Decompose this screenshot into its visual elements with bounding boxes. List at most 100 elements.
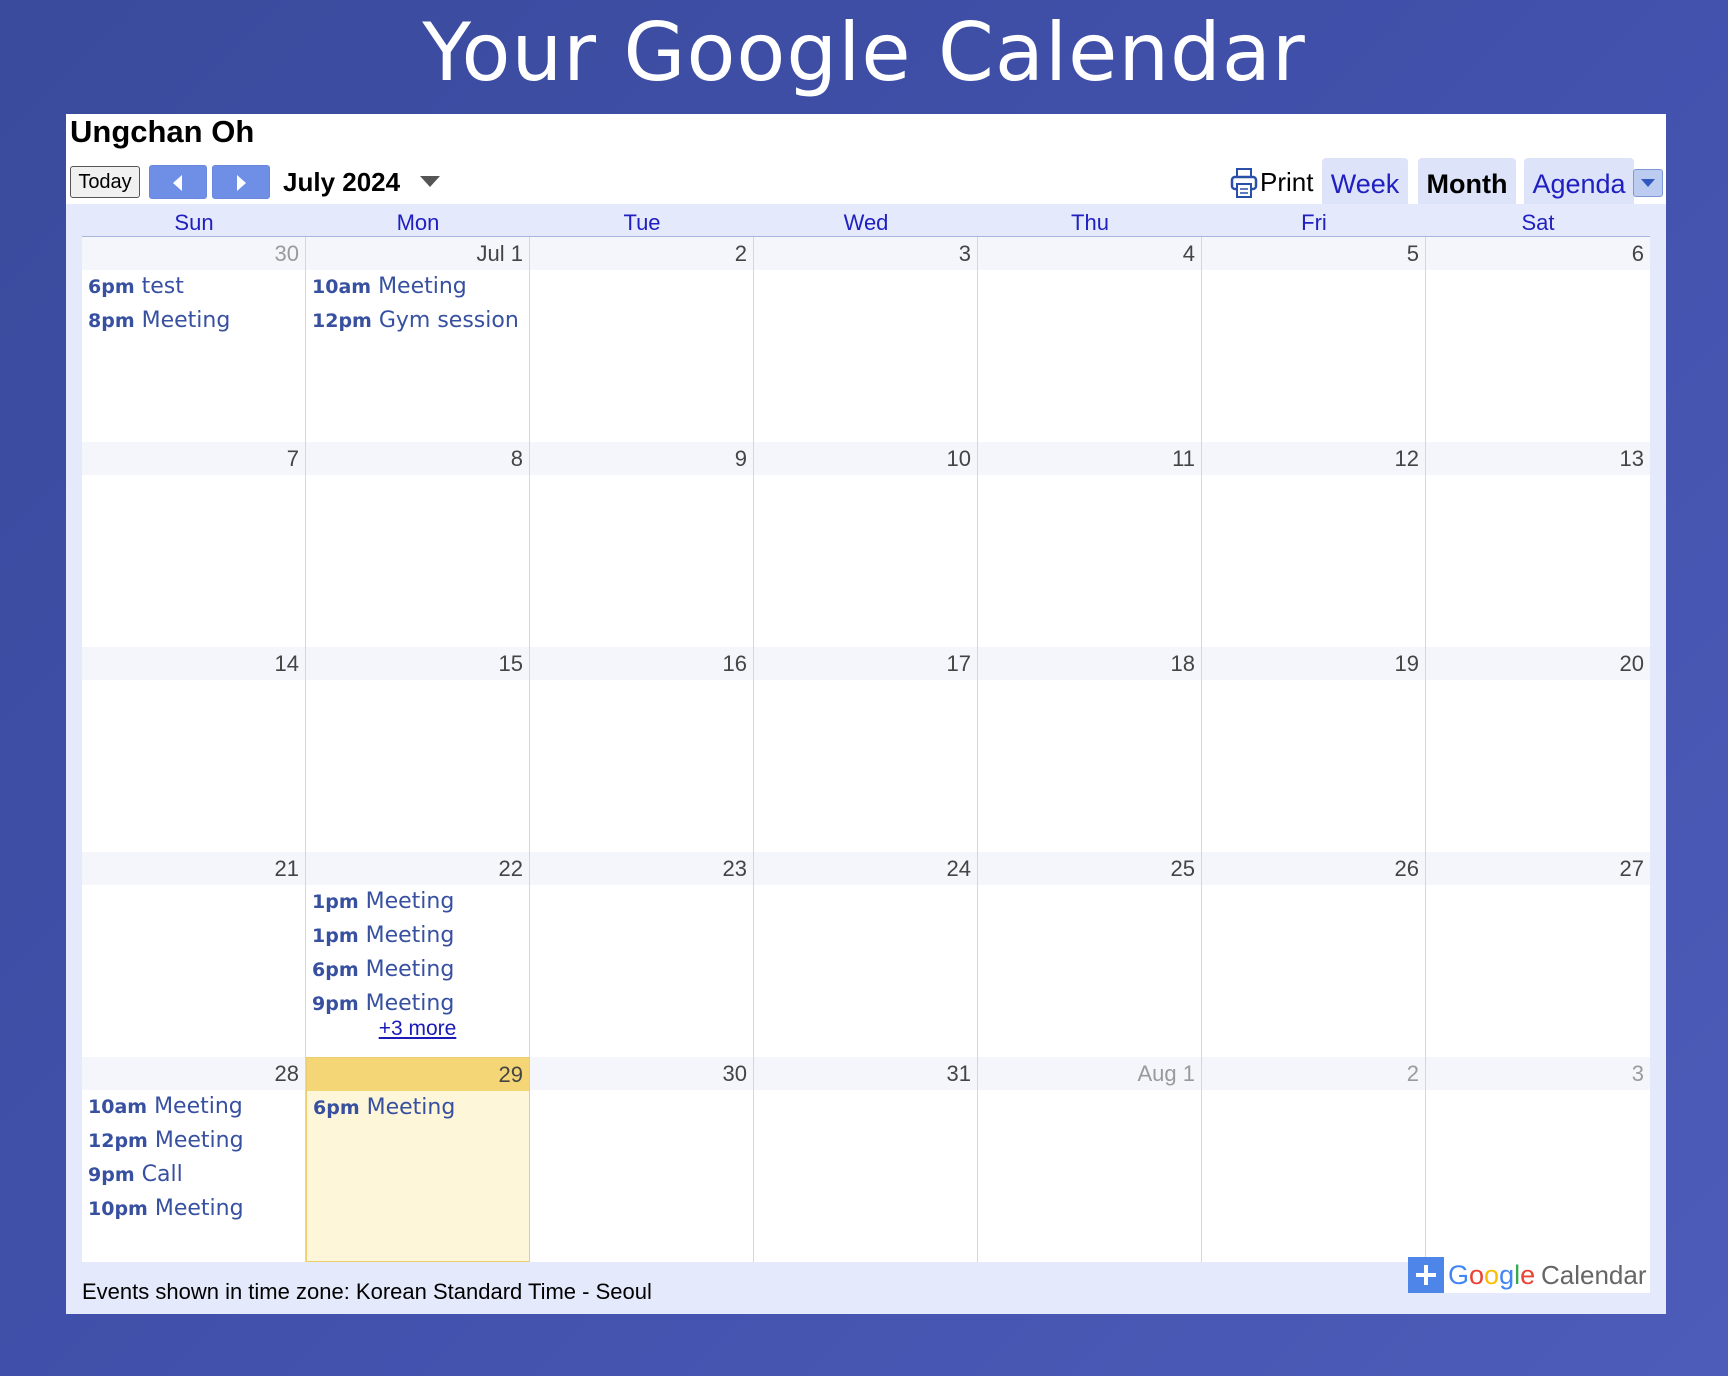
day-number[interactable]: 3: [1426, 1057, 1650, 1090]
today-button[interactable]: Today: [70, 166, 140, 198]
event-list: 6pm test 8pm Meeting: [82, 270, 305, 338]
day-number[interactable]: 25: [978, 852, 1201, 885]
day-number[interactable]: 17: [754, 647, 977, 680]
day-number[interactable]: 22: [306, 852, 529, 885]
chevron-right-icon: [237, 175, 246, 191]
day-cell[interactable]: Jul 1 10am Meeting 12pm Gym session: [306, 237, 530, 442]
day-cell[interactable]: 7: [82, 442, 306, 647]
day-number[interactable]: 2: [1202, 1057, 1425, 1090]
day-cell[interactable]: 3: [1426, 1057, 1650, 1262]
day-cell[interactable]: 10: [754, 442, 978, 647]
event-item[interactable]: 1pm Meeting: [306, 885, 529, 919]
day-number[interactable]: 8: [306, 442, 529, 475]
day-cell[interactable]: 20: [1426, 647, 1650, 852]
day-cell[interactable]: 21: [82, 852, 306, 1057]
day-number[interactable]: 3: [754, 237, 977, 270]
day-number[interactable]: 29: [307, 1058, 529, 1091]
tab-week[interactable]: Week: [1322, 158, 1408, 208]
day-cell[interactable]: 3: [754, 237, 978, 442]
event-item[interactable]: 9pm Meeting: [306, 987, 529, 1021]
tab-month[interactable]: Month: [1418, 158, 1516, 208]
event-item[interactable]: 12pm Gym session: [306, 304, 529, 338]
add-to-google-calendar-badge[interactable]: Google Calendar: [1408, 1257, 1650, 1293]
day-number[interactable]: 30: [530, 1057, 753, 1090]
event-item[interactable]: 6pm test: [82, 270, 305, 304]
day-number[interactable]: 4: [978, 237, 1201, 270]
day-number[interactable]: 23: [530, 852, 753, 885]
day-cell[interactable]: 25: [978, 852, 1202, 1057]
day-cell[interactable]: 13: [1426, 442, 1650, 647]
weekday-mon: Mon: [396, 210, 440, 235]
day-number[interactable]: 10: [754, 442, 977, 475]
event-item[interactable]: 6pm Meeting: [307, 1091, 529, 1125]
event-item[interactable]: 1pm Meeting: [306, 919, 529, 953]
previous-month-button[interactable]: [149, 165, 207, 199]
event-title: Meeting: [365, 957, 455, 982]
caret-down-icon[interactable]: [420, 176, 440, 188]
day-number[interactable]: 16: [530, 647, 753, 680]
day-cell[interactable]: 30: [530, 1057, 754, 1262]
day-cell-today[interactable]: 29 6pm Meeting: [306, 1057, 530, 1262]
event-item[interactable]: 6pm Meeting: [306, 953, 529, 987]
day-number[interactable]: 28: [82, 1057, 305, 1090]
day-cell[interactable]: 27: [1426, 852, 1650, 1057]
next-month-button[interactable]: [212, 165, 270, 199]
day-cell[interactable]: 19: [1202, 647, 1426, 852]
day-cell[interactable]: 23: [530, 852, 754, 1057]
day-number[interactable]: 6: [1426, 237, 1650, 270]
current-month-label[interactable]: July 2024: [283, 167, 400, 198]
event-item[interactable]: 9pm Call: [82, 1158, 305, 1192]
event-time: 6pm: [313, 1097, 360, 1119]
day-cell[interactable]: 17: [754, 647, 978, 852]
day-number[interactable]: 5: [1202, 237, 1425, 270]
day-cell[interactable]: 12: [1202, 442, 1426, 647]
day-cell[interactable]: 5: [1202, 237, 1426, 442]
day-number[interactable]: 20: [1426, 647, 1650, 680]
day-cell[interactable]: 2: [530, 237, 754, 442]
day-number[interactable]: 2: [530, 237, 753, 270]
day-number[interactable]: 12: [1202, 442, 1425, 475]
day-number[interactable]: 15: [306, 647, 529, 680]
day-number[interactable]: 9: [530, 442, 753, 475]
event-item[interactable]: 10am Meeting: [82, 1090, 305, 1124]
day-cell[interactable]: 2: [1202, 1057, 1426, 1262]
day-cell[interactable]: 22 1pm Meeting 1pm Meeting 6pm Meeting 9pm M…: [306, 852, 530, 1057]
day-number[interactable]: 19: [1202, 647, 1425, 680]
day-cell[interactable]: 14: [82, 647, 306, 852]
day-cell[interactable]: 18: [978, 647, 1202, 852]
day-cell[interactable]: 8: [306, 442, 530, 647]
day-number[interactable]: 13: [1426, 442, 1650, 475]
day-cell[interactable]: 9: [530, 442, 754, 647]
day-number[interactable]: 31: [754, 1057, 977, 1090]
day-number[interactable]: 30: [82, 237, 305, 270]
google-wordmark-letter: o: [1469, 1260, 1485, 1290]
day-number[interactable]: Jul 1: [306, 237, 529, 270]
day-cell[interactable]: 6: [1426, 237, 1650, 442]
day-cell[interactable]: 26: [1202, 852, 1426, 1057]
tab-agenda[interactable]: Agenda: [1524, 158, 1634, 208]
day-number[interactable]: 27: [1426, 852, 1650, 885]
day-number[interactable]: 7: [82, 442, 305, 475]
day-number[interactable]: 14: [82, 647, 305, 680]
day-number[interactable]: 21: [82, 852, 305, 885]
day-number[interactable]: 18: [978, 647, 1201, 680]
day-number[interactable]: 11: [978, 442, 1201, 475]
day-cell[interactable]: 11: [978, 442, 1202, 647]
google-wordmark-letter: e: [1520, 1260, 1536, 1290]
event-item[interactable]: 8pm Meeting: [82, 304, 305, 338]
day-number[interactable]: Aug 1: [978, 1057, 1201, 1090]
day-cell[interactable]: 16: [530, 647, 754, 852]
event-item[interactable]: 12pm Meeting: [82, 1124, 305, 1158]
day-cell[interactable]: 15: [306, 647, 530, 852]
day-cell[interactable]: 31: [754, 1057, 978, 1262]
day-cell[interactable]: 24: [754, 852, 978, 1057]
day-cell[interactable]: 30 6pm test 8pm Meeting: [82, 237, 306, 442]
day-number[interactable]: 24: [754, 852, 977, 885]
event-item[interactable]: 10pm Meeting: [82, 1192, 305, 1226]
day-cell[interactable]: Aug 1: [978, 1057, 1202, 1262]
day-number[interactable]: 26: [1202, 852, 1425, 885]
day-cell[interactable]: 28 10am Meeting 12pm Meeting 9pm Call 10pm M…: [82, 1057, 306, 1262]
event-item[interactable]: 10am Meeting: [306, 270, 529, 304]
day-cell[interactable]: 4: [978, 237, 1202, 442]
view-menu-button[interactable]: [1633, 169, 1663, 197]
